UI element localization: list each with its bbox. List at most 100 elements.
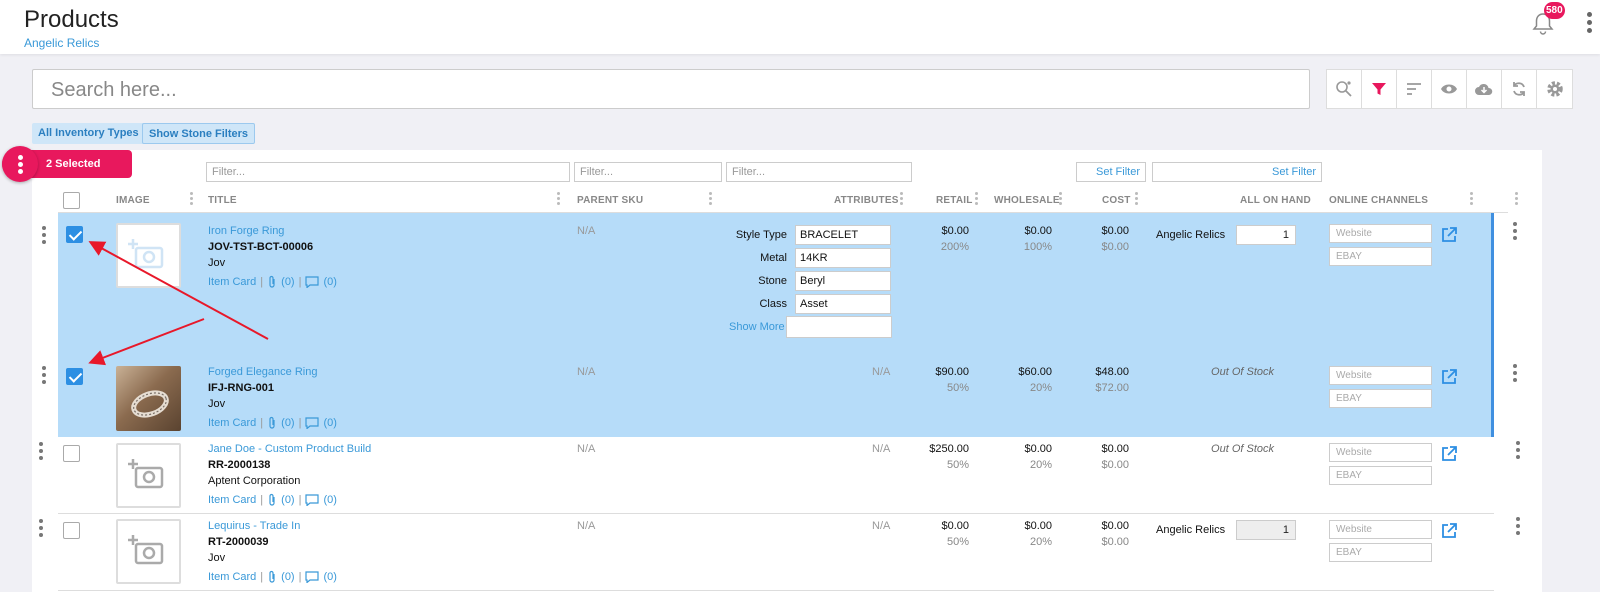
row-actions-icon[interactable]: [1513, 364, 1518, 385]
product-name-link[interactable]: Jane Doe - Custom Product Build: [208, 443, 371, 455]
external-link-icon[interactable]: [1440, 445, 1458, 463]
store-link[interactable]: Angelic Relics: [24, 36, 99, 50]
attachment-count[interactable]: (0): [281, 571, 294, 583]
attributes-filter-input[interactable]: Filter...: [726, 162, 912, 182]
show-more-link[interactable]: Show More: [729, 321, 785, 333]
attachment-count[interactable]: (0): [281, 417, 294, 429]
comment-icon[interactable]: [305, 493, 320, 506]
channel-website[interactable]: Website: [1329, 224, 1432, 243]
row-drag-handle-icon[interactable]: [42, 366, 47, 387]
comment-count[interactable]: (0): [323, 494, 336, 506]
all-inventory-types-chip[interactable]: All Inventory Types: [32, 123, 145, 144]
add-photo-icon[interactable]: [116, 223, 181, 288]
paperclip-icon[interactable]: [267, 275, 277, 288]
paperclip-icon[interactable]: [267, 570, 277, 583]
comment-icon[interactable]: [305, 416, 320, 429]
header-more-icon[interactable]: [1587, 12, 1593, 36]
attachment-count[interactable]: (0): [281, 276, 294, 288]
column-resize-handle[interactable]: [1059, 192, 1062, 208]
col-parent-sku[interactable]: PARENT SKU: [577, 195, 643, 206]
item-card-link[interactable]: Item Card: [208, 571, 256, 583]
row-checkbox[interactable]: [66, 368, 83, 385]
external-link-icon[interactable]: [1440, 226, 1458, 244]
add-photo-icon[interactable]: [116, 519, 181, 584]
search-settings-icon[interactable]: [1327, 70, 1362, 108]
column-resize-handle[interactable]: [557, 192, 560, 208]
row-checkbox[interactable]: [63, 522, 80, 539]
sku-filter-input[interactable]: Filter...: [574, 162, 722, 182]
set-filter-button-2[interactable]: Set Filter: [1152, 162, 1322, 182]
comment-icon[interactable]: [305, 570, 320, 583]
comment-count[interactable]: (0): [323, 276, 336, 288]
product-name-link[interactable]: Forged Elegance Ring: [208, 366, 317, 378]
more-vertical-icon[interactable]: [2, 146, 38, 182]
app-header: Products Angelic Relics 580: [0, 0, 1600, 54]
channel-website[interactable]: Website: [1329, 443, 1432, 462]
product-photo[interactable]: [116, 366, 181, 431]
column-resize-handle[interactable]: [709, 192, 712, 208]
channel-ebay[interactable]: EBAY: [1329, 389, 1432, 408]
column-resize-handle[interactable]: [190, 192, 193, 208]
row-actions-icon[interactable]: [1513, 222, 1518, 243]
col-image[interactable]: IMAGE: [116, 195, 150, 206]
column-resize-handle[interactable]: [1515, 192, 1518, 208]
quantity-input[interactable]: 1: [1236, 225, 1296, 245]
paperclip-icon[interactable]: [267, 416, 277, 429]
gear-icon[interactable]: [1537, 70, 1572, 108]
attribute-value[interactable]: Asset: [795, 294, 891, 314]
col-retail[interactable]: RETAIL: [936, 195, 973, 206]
channel-website[interactable]: Website: [1329, 520, 1432, 539]
attribute-value[interactable]: 14KR: [795, 248, 891, 268]
column-resize-handle[interactable]: [1470, 192, 1473, 208]
col-cost[interactable]: COST: [1102, 195, 1131, 206]
cloud-download-icon[interactable]: [1467, 70, 1502, 108]
select-all-checkbox[interactable]: [63, 192, 80, 209]
external-link-icon[interactable]: [1440, 368, 1458, 386]
attribute-value[interactable]: Beryl: [795, 271, 891, 291]
show-stone-filters-chip[interactable]: Show Stone Filters: [142, 123, 256, 144]
search-input[interactable]: Search here...: [32, 69, 1310, 109]
set-filter-button[interactable]: Set Filter: [1076, 162, 1146, 182]
external-link-icon[interactable]: [1440, 522, 1458, 540]
column-resize-handle[interactable]: [1135, 192, 1138, 208]
row-checkbox[interactable]: [66, 226, 83, 243]
title-filter-input[interactable]: Filter...: [206, 162, 570, 182]
comment-count[interactable]: (0): [323, 571, 336, 583]
col-title[interactable]: TITLE: [208, 195, 237, 206]
column-resize-handle[interactable]: [900, 192, 903, 208]
item-card-link[interactable]: Item Card: [208, 494, 256, 506]
channel-ebay[interactable]: EBAY: [1329, 247, 1432, 266]
eye-icon[interactable]: [1432, 70, 1467, 108]
row-drag-handle-icon[interactable]: [42, 226, 47, 247]
quantity-input[interactable]: 1: [1236, 520, 1296, 540]
col-attributes[interactable]: ATTRIBUTES: [834, 195, 899, 206]
filter-icon[interactable]: [1362, 70, 1397, 108]
row-checkbox[interactable]: [63, 445, 80, 462]
paperclip-icon[interactable]: [267, 493, 277, 506]
comment-icon[interactable]: [305, 275, 320, 288]
attachment-count[interactable]: (0): [281, 494, 294, 506]
col-channels[interactable]: ONLINE CHANNELS: [1329, 195, 1428, 206]
parent-sku: N/A: [577, 520, 596, 532]
attribute-value-blank[interactable]: [786, 316, 892, 338]
col-wholesale[interactable]: WHOLESALE: [994, 195, 1060, 206]
channel-website[interactable]: Website: [1329, 366, 1432, 385]
row-actions-icon[interactable]: [1516, 441, 1521, 462]
product-name-link[interactable]: Iron Forge Ring: [208, 225, 284, 237]
add-photo-icon[interactable]: [116, 443, 181, 508]
selection-menu[interactable]: 2 Selected: [2, 146, 132, 182]
product-name-link[interactable]: Lequirus - Trade In: [208, 520, 300, 532]
column-resize-handle[interactable]: [975, 192, 978, 208]
row-drag-handle-icon[interactable]: [39, 519, 44, 540]
col-on-hand[interactable]: ALL ON HAND: [1240, 195, 1311, 206]
item-card-link[interactable]: Item Card: [208, 417, 256, 429]
sort-icon[interactable]: [1397, 70, 1432, 108]
row-actions-icon[interactable]: [1516, 517, 1521, 538]
comment-count[interactable]: (0): [323, 417, 336, 429]
channel-ebay[interactable]: EBAY: [1329, 466, 1432, 485]
row-drag-handle-icon[interactable]: [39, 442, 44, 463]
item-card-link[interactable]: Item Card: [208, 276, 256, 288]
attribute-value[interactable]: BRACELET: [795, 225, 891, 245]
refresh-icon[interactable]: [1502, 70, 1537, 108]
channel-ebay[interactable]: EBAY: [1329, 543, 1432, 562]
